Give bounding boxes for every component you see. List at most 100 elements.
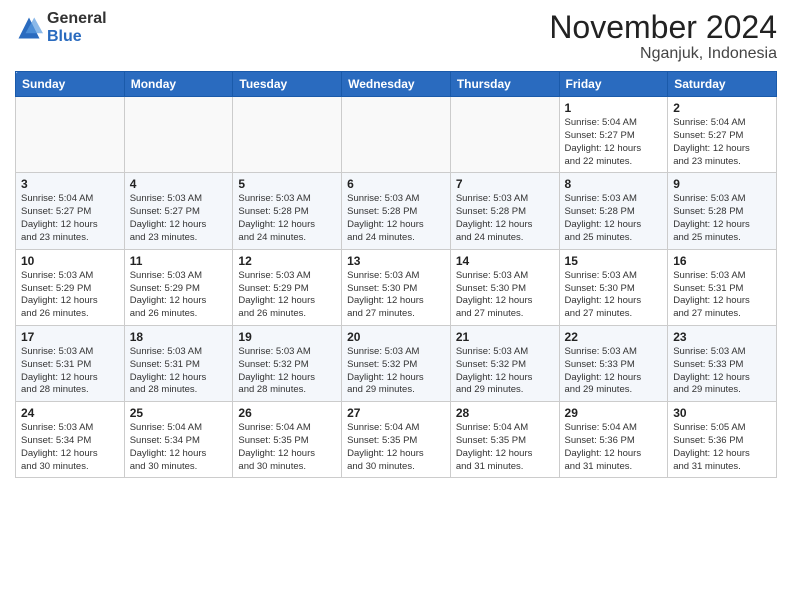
table-row: 17 Sunrise: 5:03 AM Sunset: 5:31 PM Dayli… xyxy=(16,325,125,401)
table-row xyxy=(124,97,233,173)
day-number: 25 xyxy=(130,406,228,420)
day-info: Sunrise: 5:04 AM Sunset: 5:35 PM Dayligh… xyxy=(238,422,336,473)
table-row xyxy=(450,97,559,173)
table-row: 13 Sunrise: 5:03 AM Sunset: 5:30 PM Dayli… xyxy=(342,249,451,325)
day-number: 9 xyxy=(673,177,771,191)
calendar-week-5: 24Sunrise: 5:03 AM Sunset: 5:34 PM Dayli… xyxy=(16,402,777,478)
table-row: 16 Sunrise: 5:03 AM Sunset: 5:31 PM Dayli… xyxy=(668,249,777,325)
day-info: Sunrise: 5:03 AM Sunset: 5:27 PM Dayligh… xyxy=(130,193,228,244)
month-title: November 2024 xyxy=(549,10,777,45)
day-info: Sunrise: 5:03 AM Sunset: 5:29 PM Dayligh… xyxy=(130,270,228,321)
day-info: Sunrise: 5:03 AM Sunset: 5:29 PM Dayligh… xyxy=(21,270,119,321)
day-info: Sunrise: 5:03 AM Sunset: 5:31 PM Dayligh… xyxy=(673,270,771,321)
calendar-header-row: Sunday Monday Tuesday Wednesday Thursday… xyxy=(16,72,777,97)
logo: General Blue xyxy=(15,10,107,45)
table-row xyxy=(16,97,125,173)
table-row: 2 Sunrise: 5:04 AM Sunset: 5:27 PM Daylig… xyxy=(668,97,777,173)
table-row: 19Sunrise: 5:03 AM Sunset: 5:32 PM Dayli… xyxy=(233,325,342,401)
day-number: 22 xyxy=(565,330,663,344)
day-number: 23 xyxy=(673,330,771,344)
day-number: 1 xyxy=(565,101,663,115)
table-row: 27 Sunrise: 5:04 AM Sunset: 5:35 PM Dayli… xyxy=(342,402,451,478)
day-info: Sunrise: 5:03 AM Sunset: 5:31 PM Dayligh… xyxy=(21,346,119,397)
day-number: 5 xyxy=(238,177,336,191)
day-info: Sunrise: 5:05 AM Sunset: 5:36 PM Dayligh… xyxy=(673,422,771,473)
day-info: Sunrise: 5:04 AM Sunset: 5:27 PM Dayligh… xyxy=(565,117,663,168)
day-info: Sunrise: 5:04 AM Sunset: 5:36 PM Dayligh… xyxy=(565,422,663,473)
table-row: 25Sunrise: 5:04 AM Sunset: 5:34 PM Dayli… xyxy=(124,402,233,478)
table-row: 6Sunrise: 5:03 AM Sunset: 5:28 PM Daylig… xyxy=(342,173,451,249)
col-saturday: Saturday xyxy=(668,72,777,97)
day-number: 10 xyxy=(21,254,119,268)
day-info: Sunrise: 5:03 AM Sunset: 5:30 PM Dayligh… xyxy=(347,270,445,321)
day-info: Sunrise: 5:03 AM Sunset: 5:31 PM Dayligh… xyxy=(130,346,228,397)
day-number: 7 xyxy=(456,177,554,191)
day-info: Sunrise: 5:04 AM Sunset: 5:27 PM Dayligh… xyxy=(673,117,771,168)
table-row xyxy=(233,97,342,173)
logo-general: General xyxy=(47,10,107,27)
day-number: 18 xyxy=(130,330,228,344)
table-row: 29Sunrise: 5:04 AM Sunset: 5:36 PM Dayli… xyxy=(559,402,668,478)
day-info: Sunrise: 5:03 AM Sunset: 5:30 PM Dayligh… xyxy=(565,270,663,321)
col-tuesday: Tuesday xyxy=(233,72,342,97)
location: Nganjuk, Indonesia xyxy=(549,45,777,63)
table-row: 14 Sunrise: 5:03 AM Sunset: 5:30 PM Dayli… xyxy=(450,249,559,325)
day-number: 20 xyxy=(347,330,445,344)
day-number: 12 xyxy=(238,254,336,268)
day-number: 21 xyxy=(456,330,554,344)
day-number: 24 xyxy=(21,406,119,420)
day-number: 26 xyxy=(238,406,336,420)
calendar-week-2: 3 Sunrise: 5:04 AM Sunset: 5:27 PM Daylig… xyxy=(16,173,777,249)
col-sunday: Sunday xyxy=(16,72,125,97)
table-row: 8Sunrise: 5:03 AM Sunset: 5:28 PM Daylig… xyxy=(559,173,668,249)
col-monday: Monday xyxy=(124,72,233,97)
table-row: 21 Sunrise: 5:03 AM Sunset: 5:32 PM Dayli… xyxy=(450,325,559,401)
day-number: 2 xyxy=(673,101,771,115)
day-info: Sunrise: 5:03 AM Sunset: 5:28 PM Dayligh… xyxy=(238,193,336,244)
day-number: 28 xyxy=(456,406,554,420)
day-number: 16 xyxy=(673,254,771,268)
day-number: 6 xyxy=(347,177,445,191)
day-info: Sunrise: 5:03 AM Sunset: 5:28 PM Dayligh… xyxy=(673,193,771,244)
day-number: 17 xyxy=(21,330,119,344)
page: General Blue November 2024 Nganjuk, Indo… xyxy=(0,0,792,612)
table-row: 7Sunrise: 5:03 AM Sunset: 5:28 PM Daylig… xyxy=(450,173,559,249)
table-row xyxy=(342,97,451,173)
day-number: 19 xyxy=(238,330,336,344)
calendar-week-1: 1 Sunrise: 5:04 AM Sunset: 5:27 PM Daylig… xyxy=(16,97,777,173)
day-number: 3 xyxy=(21,177,119,191)
table-row: 22Sunrise: 5:03 AM Sunset: 5:33 PM Dayli… xyxy=(559,325,668,401)
day-info: Sunrise: 5:03 AM Sunset: 5:33 PM Dayligh… xyxy=(673,346,771,397)
table-row: 28Sunrise: 5:04 AM Sunset: 5:35 PM Dayli… xyxy=(450,402,559,478)
table-row: 1 Sunrise: 5:04 AM Sunset: 5:27 PM Daylig… xyxy=(559,97,668,173)
day-info: Sunrise: 5:03 AM Sunset: 5:30 PM Dayligh… xyxy=(456,270,554,321)
table-row: 12Sunrise: 5:03 AM Sunset: 5:29 PM Dayli… xyxy=(233,249,342,325)
day-number: 13 xyxy=(347,254,445,268)
table-row: 20 Sunrise: 5:03 AM Sunset: 5:32 PM Dayli… xyxy=(342,325,451,401)
col-friday: Friday xyxy=(559,72,668,97)
col-wednesday: Wednesday xyxy=(342,72,451,97)
day-number: 27 xyxy=(347,406,445,420)
day-info: Sunrise: 5:04 AM Sunset: 5:35 PM Dayligh… xyxy=(347,422,445,473)
day-number: 30 xyxy=(673,406,771,420)
day-number: 14 xyxy=(456,254,554,268)
day-info: Sunrise: 5:03 AM Sunset: 5:32 PM Dayligh… xyxy=(347,346,445,397)
table-row: 3 Sunrise: 5:04 AM Sunset: 5:27 PM Daylig… xyxy=(16,173,125,249)
table-row: 15 Sunrise: 5:03 AM Sunset: 5:30 PM Dayli… xyxy=(559,249,668,325)
calendar-week-3: 10 Sunrise: 5:03 AM Sunset: 5:29 PM Dayli… xyxy=(16,249,777,325)
table-row: 24Sunrise: 5:03 AM Sunset: 5:34 PM Dayli… xyxy=(16,402,125,478)
calendar-week-4: 17 Sunrise: 5:03 AM Sunset: 5:31 PM Dayli… xyxy=(16,325,777,401)
table-row: 18 Sunrise: 5:03 AM Sunset: 5:31 PM Dayli… xyxy=(124,325,233,401)
day-number: 4 xyxy=(130,177,228,191)
table-row: 23 Sunrise: 5:03 AM Sunset: 5:33 PM Dayli… xyxy=(668,325,777,401)
day-info: Sunrise: 5:03 AM Sunset: 5:28 PM Dayligh… xyxy=(565,193,663,244)
day-info: Sunrise: 5:03 AM Sunset: 5:32 PM Dayligh… xyxy=(456,346,554,397)
table-row: 5 Sunrise: 5:03 AM Sunset: 5:28 PM Daylig… xyxy=(233,173,342,249)
title-block: November 2024 Nganjuk, Indonesia xyxy=(549,10,777,63)
header: General Blue November 2024 Nganjuk, Indo… xyxy=(15,10,777,63)
day-number: 15 xyxy=(565,254,663,268)
col-thursday: Thursday xyxy=(450,72,559,97)
logo-text: General Blue xyxy=(47,10,107,45)
day-info: Sunrise: 5:04 AM Sunset: 5:27 PM Dayligh… xyxy=(21,193,119,244)
calendar-table: Sunday Monday Tuesday Wednesday Thursday… xyxy=(15,71,777,478)
